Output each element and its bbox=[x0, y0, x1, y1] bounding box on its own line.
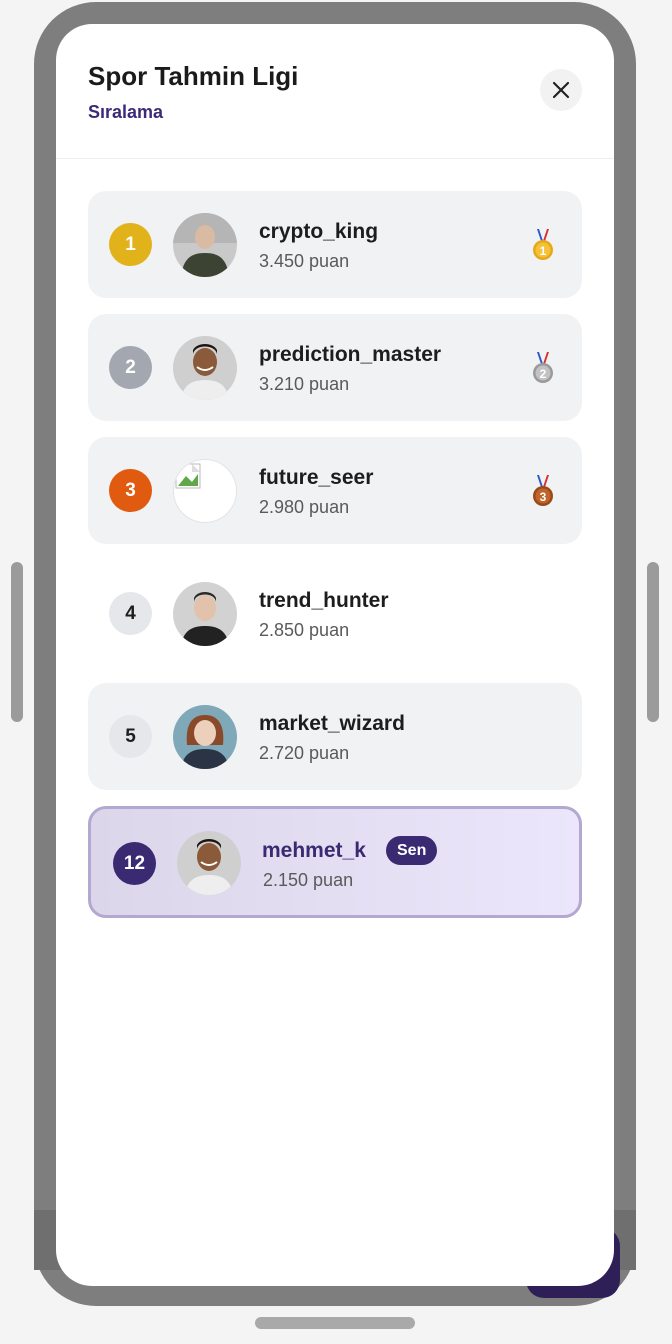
medal-number: 1 bbox=[540, 244, 547, 258]
page-title: Spor Tahmin Ligi bbox=[88, 61, 299, 91]
leaderboard-modal: Spor Tahmin Ligi Sıralama 1 crypto_king … bbox=[56, 24, 614, 1286]
points: 2.980 puan bbox=[259, 497, 350, 517]
leaderboard-row[interactable]: 2 prediction_master 3.210 puan 2 bbox=[88, 314, 582, 421]
rank-badge: 2 bbox=[109, 346, 152, 389]
points: 2.150 puan bbox=[263, 870, 354, 890]
rank-badge: 4 bbox=[109, 592, 152, 635]
you-badge: Sen bbox=[386, 836, 438, 865]
close-icon bbox=[552, 81, 570, 99]
avatar bbox=[173, 213, 237, 277]
points: 2.720 puan bbox=[259, 743, 350, 763]
username: crypto_king bbox=[259, 220, 379, 243]
username: market_wizard bbox=[259, 712, 405, 735]
medal-number: 3 bbox=[540, 490, 547, 504]
bronze-medal-icon: 3 bbox=[533, 475, 553, 506]
avatar bbox=[177, 831, 241, 895]
username: trend_hunter bbox=[259, 589, 389, 612]
rank-badge: 3 bbox=[109, 469, 152, 512]
username: mehmet_k bbox=[262, 839, 366, 862]
avatar bbox=[173, 582, 237, 646]
avatar bbox=[173, 336, 237, 400]
leaderboard-row[interactable]: 4 trend_hunter 2.850 puan bbox=[88, 560, 582, 667]
current-user-row[interactable]: 12 mehmet_k Sen 2.150 puan bbox=[88, 806, 582, 918]
power-button bbox=[647, 562, 659, 722]
gold-medal-icon: 1 bbox=[533, 229, 553, 260]
rank-badge: 1 bbox=[109, 223, 152, 266]
close-button[interactable] bbox=[540, 69, 582, 111]
leaderboard-row[interactable]: 5 market_wizard 2.720 puan bbox=[88, 683, 582, 790]
avatar bbox=[173, 459, 237, 523]
page-subtitle: Sıralama bbox=[88, 102, 164, 122]
rank-badge: 5 bbox=[109, 715, 152, 758]
points: 3.450 puan bbox=[259, 251, 350, 271]
rank-badge: 12 bbox=[113, 842, 156, 885]
username: future_seer bbox=[259, 466, 374, 489]
volume-button bbox=[11, 562, 23, 722]
avatar bbox=[173, 705, 237, 769]
home-indicator[interactable] bbox=[255, 1317, 415, 1329]
leaderboard-row[interactable]: 3 future_seer 2.980 puan 3 bbox=[88, 437, 582, 544]
points: 3.210 puan bbox=[259, 374, 350, 394]
modal-header: Spor Tahmin Ligi Sıralama bbox=[56, 24, 614, 159]
points: 2.850 puan bbox=[259, 620, 350, 640]
silver-medal-icon: 2 bbox=[533, 352, 553, 383]
leaderboard-list: 1 crypto_king 3.450 puan 1 2 prediction_… bbox=[88, 191, 582, 934]
medal-number: 2 bbox=[540, 367, 547, 381]
username: prediction_master bbox=[259, 343, 442, 366]
leaderboard-row[interactable]: 1 crypto_king 3.450 puan 1 bbox=[88, 191, 582, 298]
